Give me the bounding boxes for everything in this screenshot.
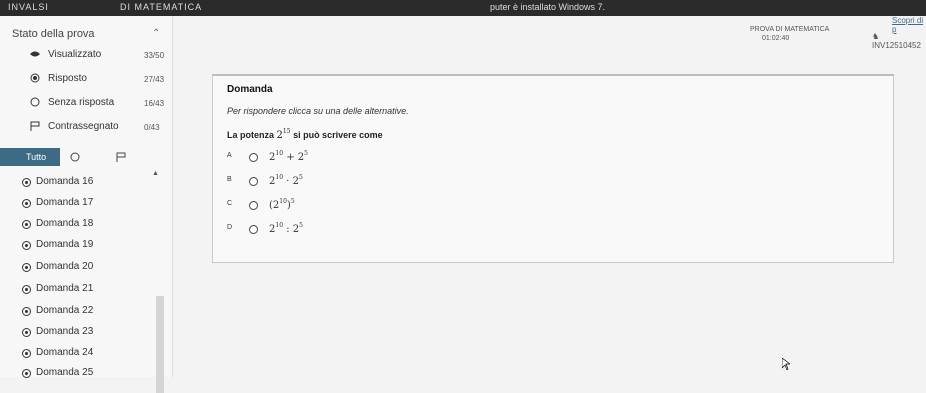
radio-button[interactable] [249,153,258,162]
filter-unanswered-button[interactable] [62,148,88,166]
radio-button[interactable] [249,225,258,234]
test-name: PROVA DI MATEMATICA [750,26,830,33]
radio-empty-icon [70,152,80,162]
summary-contrassegnato[interactable]: Contrassegnato 0/43 [10,120,170,136]
filter-all-button[interactable]: Tutto [0,148,60,166]
filter-flagged-button[interactable] [108,148,134,166]
top-left-text: INVALSI [8,2,49,12]
question-panel: Domanda Per rispondere clicca su una del… [212,74,894,263]
question-instruction: Per rispondere clicca su una delle alter… [227,106,409,116]
chevron-up-icon[interactable]: ⌃ [152,28,160,39]
timer: 01:02:40 [762,35,790,42]
mouse-cursor-icon [782,358,790,370]
sidebar-scrollbar[interactable] [156,296,164,393]
radio-filled-icon [30,73,40,83]
question-stem: La potenza 215 si può scrivere come [227,128,383,141]
radio-button[interactable] [249,201,258,210]
eye-icon [30,51,40,57]
flag-icon [30,121,40,131]
top-left-text-2: DI MATEMATICA [120,2,203,12]
top-bar: INVALSI DI MATEMATICA puter è installato… [0,0,926,16]
question-title: Domanda [227,84,273,95]
summary-senza-risposta[interactable]: Senza risposta 16/43 [10,96,170,112]
radio-empty-icon [30,97,40,107]
filter-bar: Tutto [0,148,172,166]
sidebar: Stato della prova ⌃ Visualizzato 33/50 R… [0,16,173,393]
user-id: ♞ INV12510452 [872,32,921,50]
flag-icon [116,152,126,162]
summary-visualizzato[interactable]: Visualizzato 33/50 [10,48,170,64]
sidebar-title: Stato della prova [12,28,95,40]
user-icon: ♞ [872,32,880,41]
help-link[interactable]: Scopri di p [892,16,926,34]
radio-button[interactable] [249,177,258,186]
main-content: PROVA DI MATEMATICA 01:02:40 ♞ INV125104… [172,16,926,377]
top-center-text: puter è installato Windows 7. [490,2,606,12]
summary-risposto[interactable]: Risposto 27/43 [10,72,170,88]
caret-up-icon: ▲ [152,170,159,177]
